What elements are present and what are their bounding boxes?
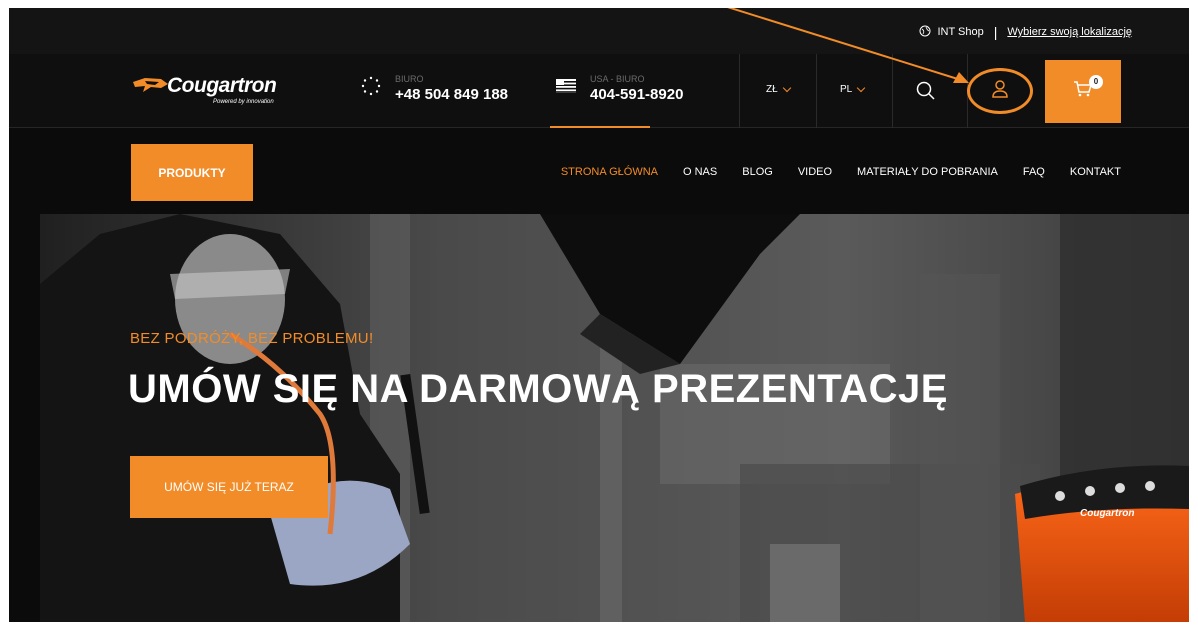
nav-item-faq[interactable]: FAQ [1023,166,1045,178]
location-link[interactable]: Wybierz swoją lokalizację [1007,26,1132,38]
logo[interactable]: Cougartron Powered by innovation [131,74,277,105]
divider [739,54,740,128]
cougar-logo-icon [131,76,168,92]
navigation-bar: PRODUKTY STRONA GŁÓWNA O NAS BLOG VIDEO … [9,128,1189,214]
office-number: +48 504 849 188 [395,86,509,103]
chevron-down-icon [782,83,791,92]
office-label: BIURO [395,74,424,84]
currency-dropdown[interactable]: ZŁ [766,83,791,95]
cart-count-badge: 0 [1089,75,1103,89]
shop-location-selector: INT Shop | Wybierz swoją lokalizację [919,24,1132,40]
products-button[interactable]: PRODUKTY [131,144,253,201]
chevron-down-icon [856,83,866,92]
browser-page: INT Shop | Wybierz swoją lokalizację Cou… [9,8,1189,622]
language-dropdown[interactable]: PL [840,83,866,95]
us-flag-icon [556,79,578,98]
account-button[interactable] [967,68,1033,114]
separator: | [993,24,998,40]
main-header: Cougartron Powered by innovation BIURO +… [9,54,1189,128]
nav-item-video[interactable]: VIDEO [798,166,832,178]
usa-office-phone[interactable]: USA - BIURO 404-591-8920 [556,74,683,103]
nav-item-downloads[interactable]: MATERIAŁY DO POBRANIA [857,166,998,178]
globe-icon [919,25,931,40]
office-phone[interactable]: BIURO +48 504 849 188 [361,74,508,103]
divider [816,54,817,128]
cart-button[interactable]: 0 [1045,60,1121,123]
top-utility-bar: INT Shop | Wybierz swoją lokalizację [9,8,1189,54]
search-icon[interactable] [915,80,937,102]
highlight-circle [967,68,1033,114]
hero-title: UMÓW SIĘ NA DARMOWĄ PREZENTACJĘ [128,367,948,411]
logo-tagline: Powered by innovation [213,99,274,105]
nav-menu: STRONA GŁÓWNA O NAS BLOG VIDEO MATERIAŁY… [561,166,1121,178]
hero-photo: Cougartron [40,214,1189,622]
nav-item-blog[interactable]: BLOG [742,166,773,178]
machine-brand-label: Cougartron [1080,508,1134,519]
usa-office-label: USA - BIURO [590,74,645,84]
shop-label[interactable]: INT Shop [937,26,983,38]
nav-item-about[interactable]: O NAS [683,166,717,178]
divider [892,54,893,128]
hero-kicker: BEZ PODRÓŻY, BEZ PROBLEMU! [130,330,374,347]
nav-item-home[interactable]: STRONA GŁÓWNA [561,166,658,178]
nav-item-contact[interactable]: KONTAKT [1070,166,1121,178]
currency-value: ZŁ [766,84,778,95]
usa-office-number: 404-591-8920 [590,86,684,103]
logo-name: Cougartron [167,74,277,97]
book-demo-button[interactable]: UMÓW SIĘ JUŻ TERAZ [130,456,328,518]
dots-icon [361,76,383,101]
hero-banner: Cougartron BEZ PODRÓŻY, BEZ PROBLEMU! UM… [40,214,1189,622]
language-value: PL [840,84,853,95]
